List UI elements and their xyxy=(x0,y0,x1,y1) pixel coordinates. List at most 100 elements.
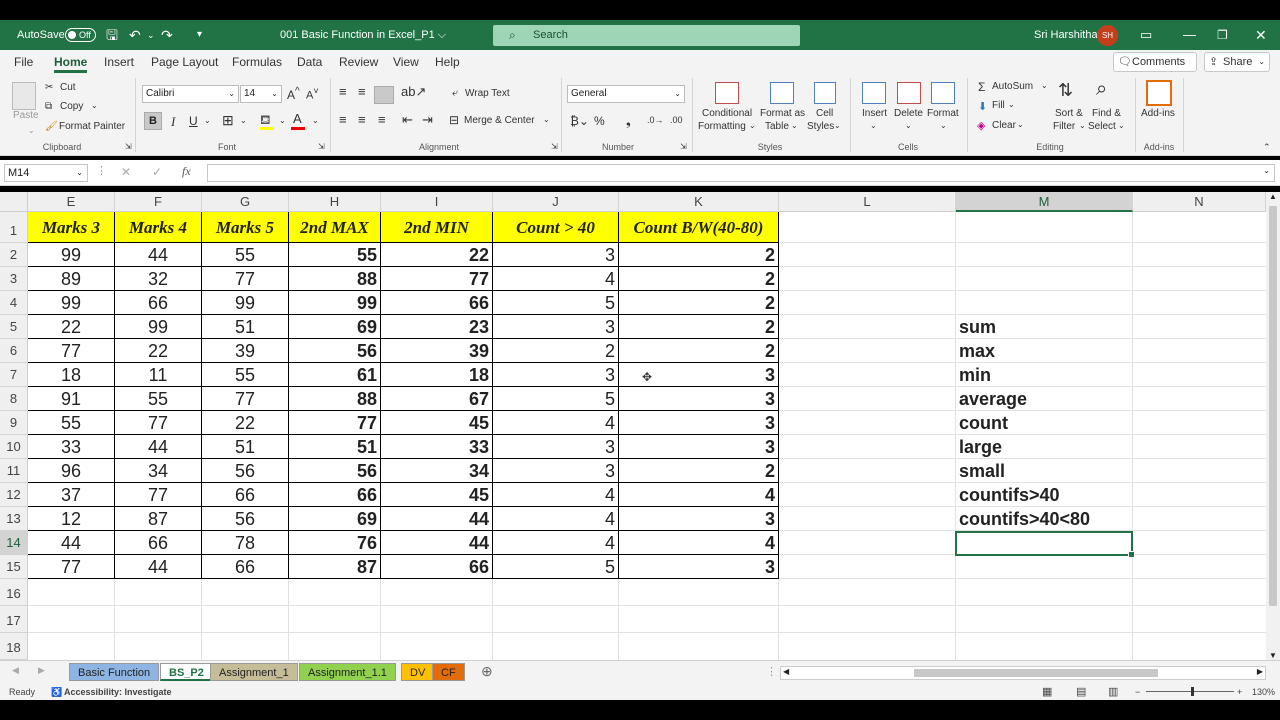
tab-file[interactable]: File xyxy=(14,50,33,74)
cell-marks-5[interactable]: 56 xyxy=(202,507,288,531)
enter-icon[interactable]: ✓ xyxy=(152,165,162,179)
cell-count-between[interactable]: 2 xyxy=(619,459,778,483)
tab-formulas[interactable]: Formulas xyxy=(232,50,282,74)
insert-cells-button[interactable]: Insert xyxy=(862,108,887,119)
zoom-in-icon[interactable]: + xyxy=(1237,684,1242,700)
cell-count-between[interactable]: 2 xyxy=(619,243,778,267)
cell-count-gt-40[interactable]: 4 xyxy=(493,267,618,291)
bottom-align-icon[interactable] xyxy=(374,86,394,104)
cell-2nd-max[interactable]: 77 xyxy=(289,411,380,435)
label-countifs-between[interactable]: countifs>40<80 xyxy=(956,507,1132,531)
fill-button[interactable]: Fill xyxy=(992,100,1005,111)
cell-2nd-max[interactable]: 56 xyxy=(289,459,380,483)
row-header-6[interactable]: 6 xyxy=(0,339,28,363)
row-header-3[interactable]: 3 xyxy=(0,267,28,291)
splitter-icon[interactable]: ⋮ xyxy=(766,665,777,678)
find-label[interactable]: Find & xyxy=(1092,108,1121,119)
col-header-h[interactable]: H xyxy=(289,192,381,212)
increase-indent-icon[interactable]: ⇥ xyxy=(422,112,433,128)
cell-marks-3[interactable]: 22 xyxy=(28,315,114,339)
cell-marks-4[interactable]: 44 xyxy=(115,435,201,459)
label-max[interactable]: max xyxy=(956,339,1132,363)
header-marks-5[interactable]: Marks 5 xyxy=(202,212,289,243)
sheet-tab-assignment-1[interactable]: Assignment_1 xyxy=(210,663,298,681)
label-large[interactable]: large xyxy=(956,435,1132,459)
cell-marks-3[interactable]: 99 xyxy=(28,291,114,315)
cell-label[interactable]: Cell xyxy=(816,108,833,119)
align-left-icon[interactable]: ≡ xyxy=(339,112,347,127)
format-cells-button[interactable]: Format xyxy=(927,108,959,119)
table-label[interactable]: Table xyxy=(765,121,789,132)
cell-marks-4[interactable]: 66 xyxy=(115,531,201,555)
tab-view[interactable]: View xyxy=(393,50,419,74)
cell-2nd-max[interactable]: 61 xyxy=(289,363,380,387)
delete-cells-icon[interactable] xyxy=(897,82,921,104)
cell-count-gt-40[interactable]: 3 xyxy=(493,435,618,459)
cell-count-between[interactable]: 2 xyxy=(619,315,778,339)
row-header-15[interactable]: 15 xyxy=(0,555,28,579)
autosum-button[interactable]: AutoSum xyxy=(992,81,1033,92)
close-icon[interactable]: ✕ xyxy=(1255,20,1267,50)
cell-2nd-min[interactable]: 67 xyxy=(381,387,492,411)
col-header-j[interactable]: J xyxy=(493,192,619,212)
cell-2nd-min[interactable]: 22 xyxy=(381,243,492,267)
cell-marks-4[interactable]: 99 xyxy=(115,315,201,339)
cell-marks-3[interactable]: 96 xyxy=(28,459,114,483)
underline-button[interactable]: U xyxy=(189,114,198,128)
cell-2nd-max[interactable]: 99 xyxy=(289,291,380,315)
format-painter-button[interactable]: Format Painter xyxy=(59,121,125,132)
label-countifs-gt-40[interactable]: countifs>40 xyxy=(956,483,1132,507)
row-header-2[interactable]: 2 xyxy=(0,243,28,267)
clear-icon[interactable]: ◈ xyxy=(977,119,985,132)
row-header-8[interactable]: 8 xyxy=(0,387,28,411)
cell-marks-3[interactable]: 33 xyxy=(28,435,114,459)
cell-marks-4[interactable]: 44 xyxy=(115,555,201,579)
label-count[interactable]: count xyxy=(956,411,1132,435)
undo-dropdown-icon[interactable]: ⌄ xyxy=(147,20,155,50)
select-all-corner[interactable] xyxy=(0,192,28,212)
chevron-down-icon[interactable]: ⌄ xyxy=(1118,121,1125,130)
cell-count-between[interactable]: 3 xyxy=(619,555,778,579)
scroll-thumb[interactable] xyxy=(1269,206,1277,606)
decrease-font-icon[interactable]: A˅ xyxy=(306,86,319,102)
restore-icon[interactable]: ❐ xyxy=(1217,20,1228,50)
cell-marks-3[interactable]: 12 xyxy=(28,507,114,531)
add-ins-button[interactable]: Add-ins xyxy=(1141,108,1175,119)
col-header-i[interactable]: I xyxy=(381,192,493,212)
tab-review[interactable]: Review xyxy=(339,50,378,74)
row-header-5[interactable]: 5 xyxy=(0,315,28,339)
cell-2nd-max[interactable]: 55 xyxy=(289,243,380,267)
cell-marks-3[interactable]: 77 xyxy=(28,339,114,363)
cell-marks-5[interactable]: 66 xyxy=(202,483,288,507)
chevron-down-icon[interactable]: ⌄ xyxy=(870,121,877,130)
cell-marks-4[interactable]: 55 xyxy=(115,387,201,411)
cell-marks-4[interactable]: 34 xyxy=(115,459,201,483)
header-marks-4[interactable]: Marks 4 xyxy=(115,212,202,243)
cell-count-between[interactable]: 2 xyxy=(619,267,778,291)
cell-count-between[interactable]: 2 xyxy=(619,291,778,315)
clear-button[interactable]: Clear xyxy=(992,120,1016,131)
worksheet-grid[interactable]: E F G H I J K L M N 1 2 3 4 5 6 7 8 9 10… xyxy=(0,192,1266,660)
formula-input[interactable]: ⌄ xyxy=(207,164,1275,182)
header-count-between[interactable]: Count B/W(40-80) xyxy=(619,212,779,243)
chevron-down-icon[interactable]: ⌄ xyxy=(834,121,841,130)
sheet-tab-assignment-1-1[interactable]: Assignment_1.1 xyxy=(299,663,396,681)
cell-count-between[interactable]: 3 xyxy=(619,387,778,411)
sheet-tab-bs-p2[interactable]: BS_P2 xyxy=(160,663,213,681)
row-header-10[interactable]: 10 xyxy=(0,435,28,459)
cell-marks-4[interactable]: 11 xyxy=(115,363,201,387)
filter-label[interactable]: Filter xyxy=(1053,121,1075,132)
zoom-slider[interactable] xyxy=(1146,691,1234,692)
cell-count-between[interactable]: 3 xyxy=(619,435,778,459)
wrap-text-icon[interactable]: ⤶ xyxy=(452,87,458,100)
cell-marks-5[interactable]: 55 xyxy=(202,363,288,387)
page-break-icon[interactable]: ▥ xyxy=(1108,684,1118,700)
row-header-7[interactable]: 7 xyxy=(0,363,28,387)
cell-2nd-min[interactable]: 18 xyxy=(381,363,492,387)
format-as-label[interactable]: Format as xyxy=(760,108,805,119)
ribbon-display-icon[interactable]: ▭ xyxy=(1140,20,1152,50)
styles-label[interactable]: Styles xyxy=(807,121,834,132)
cell-2nd-max[interactable]: 56 xyxy=(289,339,380,363)
user-name[interactable]: Sri Harshitha xyxy=(1034,20,1098,50)
align-right-icon[interactable]: ≡ xyxy=(378,112,386,127)
